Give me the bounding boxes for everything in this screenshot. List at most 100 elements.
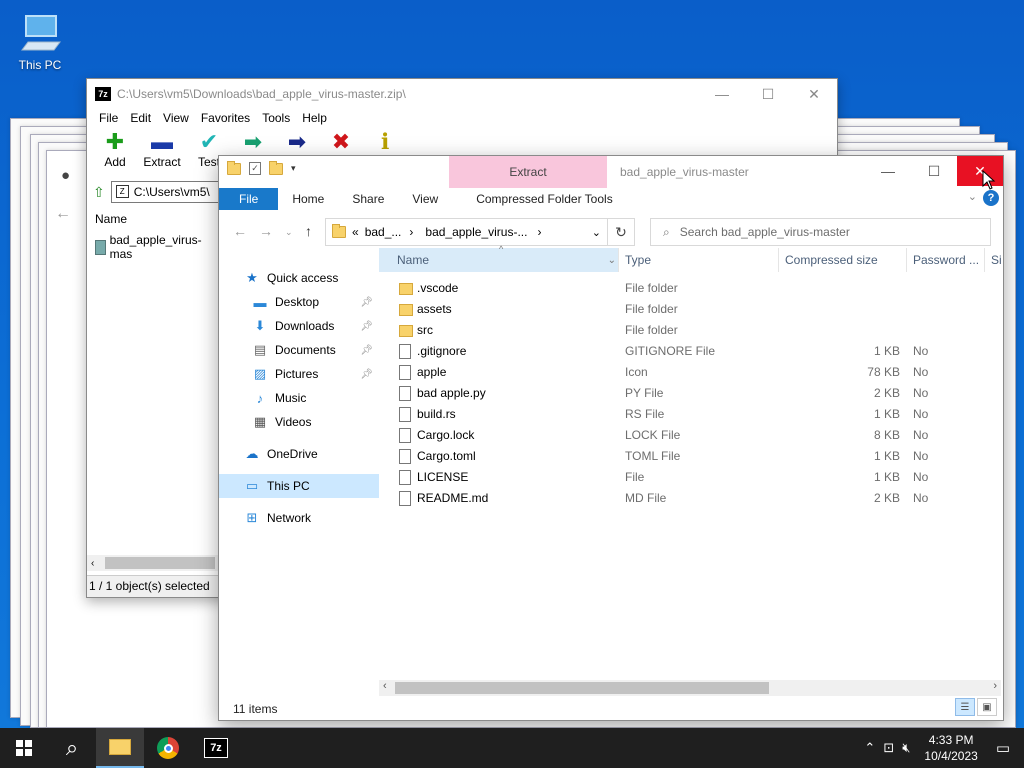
tab-share[interactable]: Share bbox=[338, 188, 398, 210]
column-header-name[interactable]: Name bbox=[87, 207, 227, 231]
table-row[interactable]: src File folder bbox=[379, 320, 1003, 341]
close-button[interactable]: ✕ bbox=[957, 156, 1003, 186]
this-pc-desktop-icon[interactable]: This PC bbox=[12, 8, 68, 74]
scroll-thumb[interactable] bbox=[395, 682, 769, 694]
scroll-right-icon[interactable]: › bbox=[993, 680, 997, 692]
column-header-compressed-size[interactable]: Compressed size bbox=[779, 248, 907, 272]
maximize-button[interactable]: ☐ bbox=[911, 156, 957, 186]
table-row[interactable]: .gitignore GITIGNORE File 1 KB No bbox=[379, 341, 1003, 362]
taskbar-7zip[interactable]: 7z bbox=[192, 728, 240, 768]
column-dropdown-icon[interactable]: ⌄ bbox=[608, 255, 616, 266]
breadcrumb-item[interactable]: bad_apple_virus-... bbox=[425, 225, 527, 239]
plus-icon: ✚ bbox=[105, 129, 125, 154]
table-row[interactable]: .vscode File folder bbox=[379, 278, 1003, 299]
refresh-button[interactable]: ↻ bbox=[608, 218, 635, 246]
nav-item-music[interactable]: ♪ Music bbox=[219, 386, 379, 410]
nav-item-network[interactable]: ⊞ Network bbox=[219, 506, 379, 530]
notifications-icon[interactable]: ▭ bbox=[988, 739, 1024, 757]
menu-edit[interactable]: Edit bbox=[124, 109, 157, 129]
add-button[interactable]: ✚ Add bbox=[93, 129, 137, 179]
breadcrumb-item[interactable]: bad_... bbox=[365, 225, 402, 239]
table-row[interactable]: build.rs RS File 1 KB No bbox=[379, 404, 1003, 425]
address-dropdown-icon[interactable]: ⌄ bbox=[592, 226, 601, 239]
table-row[interactable]: Cargo.lock LOCK File 8 KB No bbox=[379, 425, 1003, 446]
list-item[interactable]: bad_apple_virus-mas bbox=[87, 231, 227, 263]
minimize-button[interactable]: — bbox=[699, 79, 745, 109]
contextual-tab-extract[interactable]: Extract bbox=[449, 156, 607, 188]
clock[interactable]: 4:33 PM 10/4/2023 bbox=[914, 732, 987, 764]
file-icon bbox=[399, 407, 411, 422]
table-row[interactable]: assets File folder bbox=[379, 299, 1003, 320]
expand-ribbon-icon[interactable]: ⌄ bbox=[968, 190, 977, 203]
file-name: assets bbox=[417, 302, 452, 316]
nav-item-downloads[interactable]: ⬇ Downloads 📌︎ bbox=[219, 314, 379, 338]
chevron-right-icon[interactable]: › bbox=[537, 225, 541, 239]
tab-view[interactable]: View bbox=[398, 188, 452, 210]
extract-button[interactable]: ▬ Extract bbox=[137, 129, 187, 179]
this-pc-label: This PC bbox=[18, 58, 62, 72]
scroll-left-icon[interactable]: ‹ bbox=[383, 680, 387, 692]
customize-qat-icon[interactable]: ▾ bbox=[291, 163, 296, 174]
nav-item-onedrive[interactable]: ☁ OneDrive bbox=[219, 442, 379, 466]
search-input[interactable]: ⌕ Search bad_apple_virus-master bbox=[650, 218, 991, 246]
taskbar-chrome[interactable] bbox=[144, 728, 192, 768]
nav-item-desktop[interactable]: ▬ Desktop 📌︎ bbox=[219, 290, 379, 314]
maximize-button[interactable]: ☐ bbox=[745, 79, 791, 109]
volume-muted-icon[interactable]: 🔇︎ bbox=[898, 740, 914, 756]
tab-home[interactable]: Home bbox=[278, 188, 338, 210]
chevron-right-icon[interactable]: › bbox=[409, 225, 413, 239]
nav-item-quick-access[interactable]: ★ Quick access bbox=[219, 266, 379, 290]
close-button[interactable]: ✕ bbox=[791, 79, 837, 109]
tab-file[interactable]: File bbox=[219, 188, 279, 210]
explorer-horizontal-scrollbar[interactable]: ‹ › bbox=[379, 680, 1001, 696]
details-view-icon[interactable]: ☰ bbox=[955, 698, 975, 716]
nav-item-videos[interactable]: ▦ Videos bbox=[219, 410, 379, 434]
up-folder-icon[interactable]: ⇧ bbox=[93, 184, 105, 201]
help-icon[interactable]: ? bbox=[983, 190, 999, 206]
large-icons-view-icon[interactable]: ▣ bbox=[977, 698, 997, 716]
file-explorer-icon bbox=[109, 739, 131, 755]
column-header-size[interactable]: Si bbox=[985, 248, 1005, 272]
nav-item-documents[interactable]: ▤ Documents 📌︎ bbox=[219, 338, 379, 362]
table-row[interactable]: LICENSE File 1 KB No bbox=[379, 467, 1003, 488]
breadcrumb-overflow[interactable]: « bbox=[352, 225, 359, 239]
pin-icon: 📌︎ bbox=[360, 344, 373, 356]
minimize-button[interactable]: — bbox=[865, 156, 911, 186]
search-button[interactable]: ⌕ bbox=[48, 728, 96, 768]
table-row[interactable]: apple Icon 78 KB No bbox=[379, 362, 1003, 383]
table-row[interactable]: README.md MD File 2 KB No bbox=[379, 488, 1003, 509]
column-header-name[interactable]: Name ^ ⌄ bbox=[379, 244, 619, 272]
menu-view[interactable]: View bbox=[157, 109, 195, 129]
nav-item-pictures[interactable]: ▨ Pictures 📌︎ bbox=[219, 362, 379, 386]
7zip-horizontal-scrollbar[interactable]: ‹ bbox=[87, 555, 221, 571]
menu-favorites[interactable]: Favorites bbox=[195, 109, 256, 129]
up-button[interactable]: ↑ bbox=[305, 223, 312, 239]
menu-file[interactable]: File bbox=[93, 109, 124, 129]
7zip-address-field[interactable]: Z C:\Users\vm5\ bbox=[110, 181, 221, 203]
nav-item-this-pc[interactable]: ▭ This PC bbox=[219, 474, 379, 498]
scroll-thumb[interactable] bbox=[105, 557, 215, 569]
back-arrow-icon[interactable]: ← bbox=[55, 205, 71, 223]
back-button[interactable]: ← bbox=[233, 223, 247, 239]
menu-help[interactable]: Help bbox=[296, 109, 333, 129]
file-name: LICENSE bbox=[417, 470, 469, 484]
file-type: RS File bbox=[625, 407, 665, 421]
new-folder-icon[interactable] bbox=[269, 160, 283, 175]
taskbar-file-explorer[interactable] bbox=[96, 728, 144, 768]
tab-compressed-folder-tools[interactable]: Compressed Folder Tools bbox=[452, 188, 627, 210]
chrome-icon bbox=[157, 737, 179, 759]
network-icon[interactable]: ⊡ bbox=[879, 740, 898, 756]
show-hidden-icons-icon[interactable]: ⌃ bbox=[860, 740, 879, 756]
address-bar[interactable]: « bad_... › bad_apple_virus-... › ⌄ bbox=[325, 218, 608, 246]
recent-locations-icon[interactable]: ⌄ bbox=[285, 227, 293, 238]
start-button[interactable] bbox=[0, 728, 48, 768]
properties-icon[interactable]: ✓ bbox=[249, 162, 261, 175]
column-header-password[interactable]: Password ... bbox=[907, 248, 985, 272]
table-row[interactable]: bad apple.py PY File 2 KB No bbox=[379, 383, 1003, 404]
forward-button[interactable]: → bbox=[259, 223, 273, 239]
column-header-type[interactable]: Type bbox=[619, 248, 779, 272]
folder-icon bbox=[399, 304, 413, 316]
scroll-left-icon[interactable]: ‹ bbox=[91, 558, 94, 569]
menu-tools[interactable]: Tools bbox=[256, 109, 296, 129]
table-row[interactable]: Cargo.toml TOML File 1 KB No bbox=[379, 446, 1003, 467]
